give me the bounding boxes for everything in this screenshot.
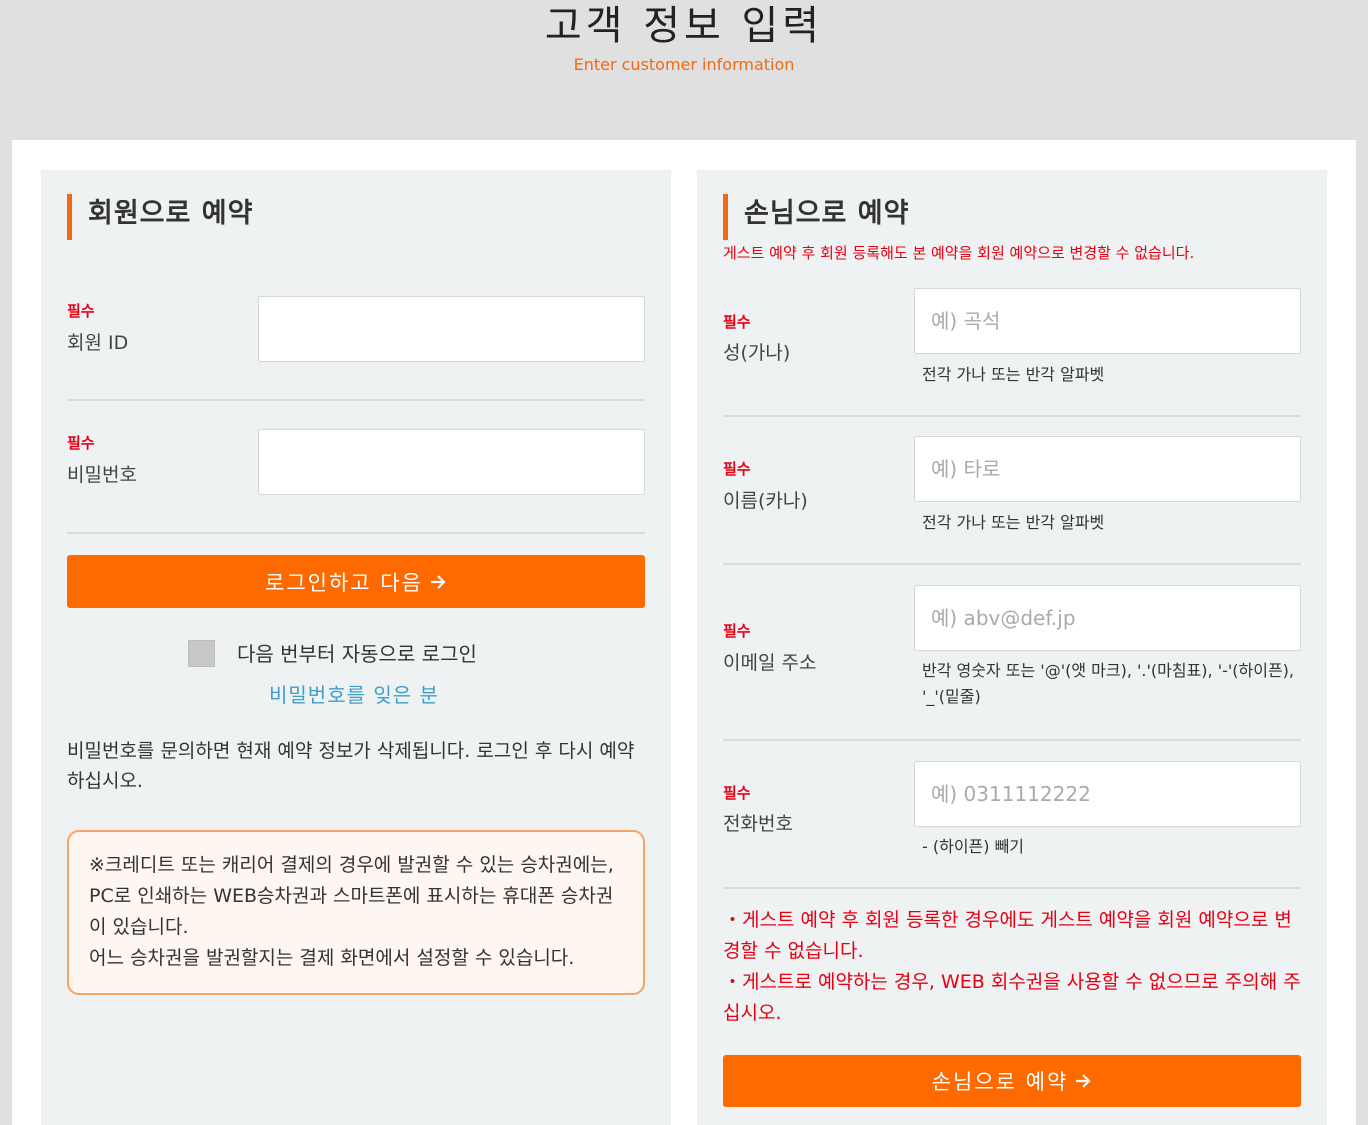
last-name-input[interactable]	[914, 288, 1301, 354]
email-input[interactable]	[914, 585, 1301, 651]
login-and-next-button[interactable]: 로그인하고 다음	[67, 555, 645, 608]
reserve-as-guest-button[interactable]: 손님으로 예약	[723, 1055, 1301, 1107]
ticket-notice-box: ※크레디트 또는 캐리어 결제의 경우에 발권할 수 있는 승차권에는, PC로…	[67, 830, 645, 995]
first-name-label: 이름(카나)	[723, 490, 808, 512]
page-header: 고객 정보 입력 Enter customer information	[0, 0, 1368, 140]
email-label: 이메일 주소	[723, 652, 817, 674]
required-badge: 필수	[67, 302, 95, 320]
password-inquiry-note: 비밀번호를 문의하면 현재 예약 정보가 삭제됩니다. 로그인 후 다시 예약하…	[67, 740, 635, 792]
member-id-input[interactable]	[258, 296, 645, 362]
arrow-right-icon	[430, 574, 446, 589]
first-name-input[interactable]	[914, 436, 1301, 502]
first-name-row: 필수 이름(카나) 전각 가나 또는 반각 알파벳	[723, 417, 1301, 565]
phone-hint: - (하이픈) 빼기	[922, 837, 1025, 856]
phone-input[interactable]	[914, 761, 1301, 827]
phone-row: 필수 전화번호 - (하이픈) 빼기	[723, 741, 1301, 889]
required-badge: 필수	[67, 434, 95, 452]
arrow-right-icon	[1076, 1074, 1091, 1088]
notice-text: 어느 승차권을 발권할지는 결제 화면에서 설정할 수 있습니다.	[89, 947, 575, 969]
guest-reservation-panel: 손님으로 예약 게스트 예약 후 회원 등록해도 본 예약을 회원 예약으로 변…	[697, 170, 1327, 1125]
guest-button-label: 손님으로 예약	[931, 1070, 1069, 1094]
password-row: 필수 비밀번호	[67, 401, 645, 534]
auto-login-label[interactable]: 다음 번부터 자동으로 로그인	[237, 638, 477, 667]
login-button-label: 로그인하고 다음	[265, 570, 423, 595]
auto-login-checkbox[interactable]	[188, 640, 215, 667]
guest-notes: ・게스트 예약 후 회원 등록한 경우에도 게스트 예약을 회원 예약으로 변경…	[723, 905, 1301, 1029]
notice-text: ※크레디트 또는 캐리어 결제의 경우에 발권할 수 있는 승차권에는, PC로…	[89, 854, 614, 938]
member-id-label: 회원 ID	[67, 332, 129, 354]
page-subtitle: Enter customer information	[573, 55, 795, 74]
phone-label: 전화번호	[723, 813, 793, 835]
member-id-row: 필수 회원 ID	[67, 288, 645, 401]
member-reservation-panel: 회원으로 예약 필수 회원 ID 필수 비밀번호 로그인하고 다음 다음 번부터…	[41, 170, 671, 1125]
last-name-row: 필수 성(가나) 전각 가나 또는 반각 알파벳	[723, 280, 1301, 417]
first-name-hint: 전각 가나 또는 반각 알파벳	[922, 513, 1105, 532]
guest-note: ・게스트로 예약하는 경우, WEB 회수권을 사용할 수 없으므로 주의해 주…	[723, 971, 1301, 1024]
guest-section-title: 손님으로 예약	[723, 194, 909, 240]
page-title: 고객 정보 입력	[544, 3, 824, 49]
email-row: 필수 이메일 주소 반각 영숫자 또는 '@'(앳 마크), '.'(마침표),…	[723, 565, 1301, 741]
required-badge: 필수	[723, 622, 751, 640]
last-name-hint: 전각 가나 또는 반각 알파벳	[922, 365, 1105, 384]
forgot-password-link[interactable]: 비밀번호를 잊은 분	[269, 679, 439, 708]
member-section-title: 회원으로 예약	[67, 194, 253, 240]
password-label: 비밀번호	[67, 464, 137, 486]
password-input[interactable]	[258, 429, 645, 495]
email-hint: 반각 영숫자 또는 '@'(앳 마크), '.'(마침표), '-'(하이픈),…	[922, 661, 1294, 706]
guest-warning-text: 게스트 예약 후 회원 등록해도 본 예약을 회원 예약으로 변경할 수 없습니…	[723, 244, 1195, 262]
last-name-label: 성(가나)	[723, 342, 791, 364]
required-badge: 필수	[723, 313, 751, 331]
required-badge: 필수	[723, 784, 751, 802]
guest-note: ・게스트 예약 후 회원 등록한 경우에도 게스트 예약을 회원 예약으로 변경…	[723, 909, 1292, 962]
required-badge: 필수	[723, 460, 751, 478]
